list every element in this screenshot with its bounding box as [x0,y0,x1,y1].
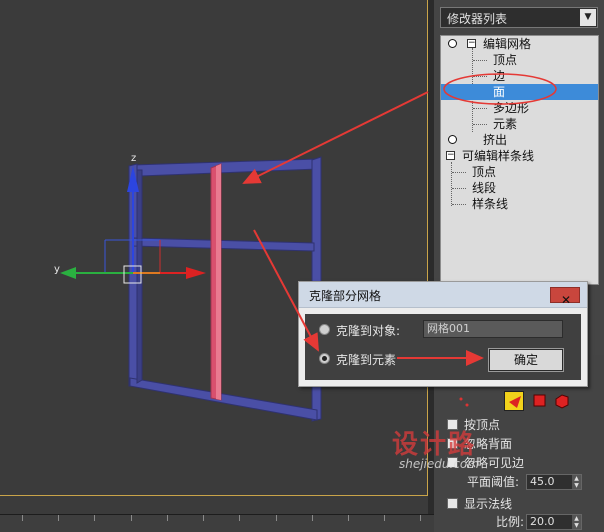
polygon-mode-icon[interactable] [530,391,550,411]
collapse-icon[interactable]: − [446,151,455,160]
stack-item-label: 边 [493,69,506,83]
clone-to-element-label: 克隆到元素 [336,353,397,367]
perspective-viewport[interactable]: z y [0,0,428,514]
stack-subitem-spline[interactable]: 样条线 [441,196,598,212]
vertex-mode-icon[interactable] [456,391,476,411]
stack-item-editable-spline[interactable]: − 可编辑样条线 [441,148,598,164]
clone-to-element-radio[interactable] [319,353,330,364]
clone-to-object-radio[interactable] [319,324,330,335]
dialog-body: 克隆到对象: 网格001 克隆到元素 确定 [305,314,581,380]
modifier-list-dropdown[interactable]: 修改器列表 ▼ [440,7,598,28]
dialog-title-bar[interactable]: 克隆部分网格 ✕ [299,282,587,308]
stack-subitem-vertex[interactable]: 顶点 [441,52,598,68]
planar-threshold-spinner[interactable]: 45.0 ▲ ▼ [526,474,582,490]
stack-item-label: 面 [493,85,506,99]
ok-button[interactable]: 确定 [488,348,564,372]
stack-item-label: 多边形 [493,101,530,115]
modifier-stack[interactable]: − 编辑网格 顶点 边 面 多边形 元素 挤出 − 可编辑样条线 顶点 线段 样… [440,35,599,285]
stack-item-label: 顶点 [472,165,497,179]
clone-part-mesh-dialog: 克隆部分网格 ✕ 克隆到对象: 网格001 克隆到元素 确定 [298,281,588,387]
chevron-down-icon[interactable]: ▼ [580,9,596,26]
spinner-arrows-icon[interactable]: ▲ ▼ [572,515,581,529]
stack-subitem-edge[interactable]: 边 [441,68,598,84]
planar-threshold-value: 45.0 [530,475,555,488]
planar-threshold-label: 平面阈值: [467,475,520,489]
stack-item-label: 样条线 [472,197,509,211]
stack-item-label: 编辑网格 [483,37,532,51]
watermark-url: shejiedu.com [399,457,479,471]
modifier-list-value: 修改器列表 [447,12,508,26]
watermark-logo-text: 设计路 [392,430,477,460]
face-mode-icon[interactable] [504,391,524,411]
close-icon: ✕ [561,293,572,307]
show-normals-option[interactable]: 显示法线 [447,497,512,512]
lightbulb-icon[interactable] [448,135,457,144]
stack-item-label: 可编辑样条线 [462,149,535,163]
scale-value: 20.0 [530,515,555,528]
show-normals-label: 显示法线 [464,497,513,511]
stack-item-label: 元素 [493,117,518,131]
stack-item-label: 线段 [472,181,497,195]
object-name-input[interactable]: 网格001 [423,320,563,338]
stack-item-extrude[interactable]: 挤出 [441,132,598,148]
lightbulb-icon[interactable] [448,39,457,48]
stack-item-edit-mesh[interactable]: − 编辑网格 [441,36,598,52]
stack-item-label: 顶点 [493,53,518,67]
show-normals-checkbox[interactable] [447,498,458,509]
collapse-icon[interactable]: − [467,39,476,48]
stack-subitem-face[interactable]: 面 [441,84,598,100]
stack-subitem-polygon[interactable]: 多边形 [441,100,598,116]
stack-subitem-segment[interactable]: 线段 [441,180,598,196]
viewport-active-border [0,0,428,496]
stack-subitem-element[interactable]: 元素 [441,116,598,132]
spinner-arrows-icon[interactable]: ▲ ▼ [572,475,581,489]
scale-label: 比例: [496,515,525,529]
dialog-title: 克隆部分网格 [309,289,382,303]
stack-subitem-spline-vertex[interactable]: 顶点 [441,164,598,180]
close-button[interactable]: ✕ [550,287,580,307]
scale-spinner[interactable]: 20.0 ▲ ▼ [526,514,582,530]
stack-item-label: 挤出 [483,133,508,147]
clone-to-object-label: 克隆到对象: [336,324,401,338]
time-slider-track[interactable] [0,514,434,532]
element-mode-icon[interactable] [552,391,572,411]
